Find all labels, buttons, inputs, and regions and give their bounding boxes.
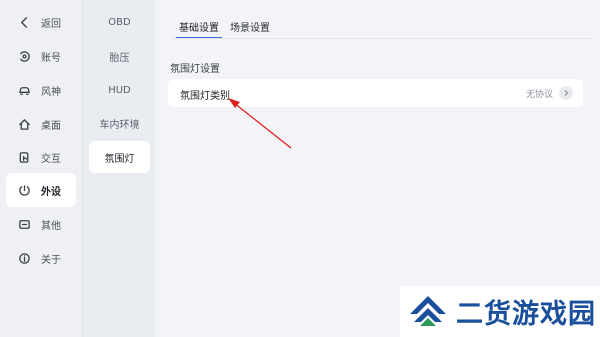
nav-item-back[interactable]: 返回 — [6, 7, 76, 37]
chevron-right-icon[interactable] — [559, 86, 573, 100]
car-icon — [17, 83, 31, 97]
tab-basic-settings[interactable]: 基础设置 — [176, 21, 222, 39]
subnav-item-tire-pressure[interactable]: 胎压 — [89, 41, 150, 71]
subnav-item-ambient-light[interactable]: 氛围灯 — [89, 141, 150, 173]
tab-scene-settings[interactable]: 场景设置 — [227, 21, 273, 39]
nav-item-desktop[interactable]: 桌面 — [6, 109, 76, 139]
nav-item-label: 外设 — [41, 186, 61, 198]
peripheral-icon — [17, 183, 31, 197]
watermark-text: 二货游戏园 — [456, 299, 596, 330]
nav-item-about[interactable]: 关于 — [6, 243, 76, 273]
nav-item-peripheral[interactable]: 外设 — [6, 173, 76, 207]
nav-item-interaction[interactable]: 交互 — [6, 142, 76, 172]
nav-item-label: 账号 — [41, 52, 61, 64]
account-icon — [17, 49, 31, 63]
nav-item-label: 风神 — [41, 86, 61, 98]
secondary-sidebar: OBD 胎压 HUD 车内环境 氛围灯 — [82, 0, 155, 337]
nav-item-other[interactable]: 其他 — [6, 209, 76, 239]
nav-item-label: 返回 — [41, 18, 61, 30]
home-icon — [17, 117, 31, 131]
nav-item-fengshen[interactable]: 风神 — [6, 75, 76, 105]
setting-label: 氛围灯类别 — [180, 91, 230, 102]
section-title: 氛围灯设置 — [170, 64, 220, 75]
interaction-icon — [17, 150, 31, 164]
subnav-item-hud[interactable]: HUD — [89, 75, 150, 105]
nav-item-label: 桌面 — [41, 120, 61, 132]
subnav-item-obd[interactable]: OBD — [89, 7, 150, 37]
subnav-item-cabin-environment[interactable]: 车内环境 — [89, 108, 150, 138]
watermark: 二货游戏园 — [400, 286, 600, 337]
setting-value: 无协议 — [525, 90, 553, 100]
tab-divider — [172, 38, 592, 39]
nav-item-account[interactable]: 账号 — [6, 41, 76, 71]
watermark-logo — [410, 295, 446, 326]
nav-item-label: 交互 — [41, 153, 61, 165]
other-icon — [17, 217, 31, 231]
chevron-left-icon — [17, 15, 31, 29]
ambient-light-category-row[interactable]: 氛围灯类别 无协议 — [168, 79, 583, 107]
nav-item-label: 其他 — [41, 220, 61, 232]
nav-item-label: 关于 — [41, 254, 61, 266]
primary-sidebar: 返回 账号 风神 桌面 交互 外设 其他 关于 — [0, 0, 82, 337]
info-icon — [17, 251, 31, 265]
